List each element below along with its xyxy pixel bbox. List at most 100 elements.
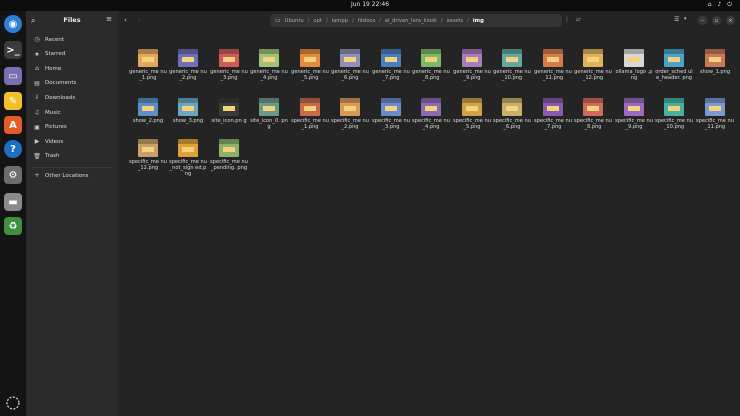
view-toggle-icon[interactable]: ☰ xyxy=(674,16,679,23)
file-name: specific_me nu_3.png xyxy=(372,118,410,130)
files-icon[interactable]: ▭ xyxy=(4,67,22,85)
file-item[interactable]: generic_me nu_6.png xyxy=(330,49,370,81)
path-menu-icon[interactable]: ⋮ xyxy=(564,16,570,23)
show-apps-icon[interactable] xyxy=(5,395,21,411)
sidebar-item-recent[interactable]: ◷ Recent xyxy=(32,33,116,46)
hamburger-menu-icon[interactable]: ≡ xyxy=(106,15,112,23)
file-name: generic_me nu_2.png xyxy=(169,69,207,81)
sidebar-item-videos[interactable]: ▶ Videos xyxy=(32,135,116,148)
image-thumbnail-icon xyxy=(705,49,725,67)
image-thumbnail-icon xyxy=(138,98,158,116)
back-icon[interactable]: ‹ xyxy=(124,16,127,24)
file-item[interactable]: specific_me nu_11.png xyxy=(695,98,735,130)
path-segment[interactable]: opt xyxy=(309,18,326,24)
file-item[interactable]: generic_me nu_9.png xyxy=(452,49,492,81)
file-item[interactable]: generic_me nu_4.png xyxy=(249,49,289,81)
file-name: ollama_logo .png xyxy=(615,69,653,81)
sidebar-item-downloads[interactable]: ⇩ Downloads xyxy=(32,91,116,104)
image-thumbnail-icon xyxy=(259,98,279,116)
sidebar-item-home[interactable]: ⌂ Home xyxy=(32,62,116,75)
image-thumbnail-icon xyxy=(583,98,603,116)
file-item[interactable]: site_icon.pn g xyxy=(209,98,249,124)
disc-icon[interactable]: ▬ xyxy=(4,193,22,211)
file-item[interactable]: specific_me nu_4.png xyxy=(411,98,451,130)
file-item[interactable]: specific_me nu_10.png xyxy=(654,98,694,130)
file-item[interactable]: specific_me nu_5.png xyxy=(452,98,492,130)
new-folder-icon[interactable]: ▱ xyxy=(576,16,581,23)
file-item[interactable]: specific_me nu_7.png xyxy=(533,98,573,130)
file-item[interactable]: show_2.png xyxy=(128,98,168,124)
file-item[interactable]: show_1.png xyxy=(695,49,735,75)
file-item[interactable]: generic_me nu_10.png xyxy=(492,49,532,81)
file-name: generic_me nu_12.png xyxy=(574,69,612,81)
file-item[interactable]: specific_me nu_pending. png xyxy=(209,139,249,171)
file-name: generic_me nu_3.png xyxy=(210,69,248,81)
file-item[interactable]: site_icon_0. png xyxy=(249,98,289,130)
file-item[interactable]: specific_me nu_3.png xyxy=(371,98,411,130)
settings-icon[interactable]: ⚙ xyxy=(4,166,22,184)
forward-icon[interactable]: › xyxy=(138,16,141,24)
file-item[interactable]: generic_me nu_2.png xyxy=(168,49,208,81)
maximize-button[interactable]: ▫ xyxy=(712,16,721,25)
image-thumbnail-icon xyxy=(219,49,239,67)
image-thumbnail-icon xyxy=(178,98,198,116)
downloads-icon: ⇩ xyxy=(34,94,40,102)
clock[interactable]: Jun 19 22:46 xyxy=(0,1,740,8)
image-thumbnail-icon xyxy=(421,98,441,116)
file-item[interactable]: generic_me nu_7.png xyxy=(371,49,411,81)
file-item[interactable]: show_3.png xyxy=(168,98,208,124)
file-item[interactable]: specific_me nu_12.png xyxy=(128,139,168,171)
text-editor-icon[interactable]: ✎ xyxy=(4,92,22,110)
file-item[interactable]: order_sched ule_header. png xyxy=(654,49,694,81)
file-item[interactable]: generic_me nu_12.png xyxy=(573,49,613,81)
file-name: order_sched ule_header. png xyxy=(655,69,693,81)
sidebar-item-music[interactable]: ♫ Music xyxy=(32,106,116,119)
view-options-icon[interactable]: ▾ xyxy=(684,16,687,22)
path-segment[interactable]: img xyxy=(469,18,488,24)
sidebar-item-documents[interactable]: ▤ Documents xyxy=(32,77,116,90)
file-item[interactable]: specific_me nu_9.png xyxy=(614,98,654,130)
close-button[interactable]: × xyxy=(726,16,735,25)
file-item[interactable]: generic_me nu_8.png xyxy=(411,49,451,81)
file-item[interactable]: specific_me nu_8.png xyxy=(573,98,613,130)
sidebar-item-label: Music xyxy=(45,109,61,116)
path-bar[interactable]: ▭ Ubuntu / opt / lampp / htdocs / ai_driven_lora… xyxy=(270,14,562,27)
file-name: generic_me nu_6.png xyxy=(331,69,369,81)
file-name: specific_me nu_4.png xyxy=(412,118,450,130)
file-item[interactable]: generic_me nu_11.png xyxy=(533,49,573,81)
file-name: site_icon.pn g xyxy=(211,118,247,124)
sidebar-item-label: Downloads xyxy=(45,94,76,101)
path-segment[interactable]: htdocs xyxy=(354,18,379,24)
system-tray[interactable]: ⌂ ♪ ⏻ xyxy=(708,1,734,9)
help-icon[interactable]: ? xyxy=(4,140,22,158)
file-item[interactable]: generic_me nu_3.png xyxy=(209,49,249,81)
file-item[interactable]: specific_me nu_1.png xyxy=(290,98,330,130)
sidebar-item-pictures[interactable]: ▣ Pictures xyxy=(32,121,116,134)
file-item[interactable]: specific_me nu_6.png xyxy=(492,98,532,130)
sidebar-item-starred[interactable]: ★ Starred xyxy=(32,48,116,61)
image-thumbnail-icon xyxy=(178,139,198,157)
image-thumbnail-icon xyxy=(138,139,158,157)
file-name: specific_me nu_1.png xyxy=(291,118,329,130)
file-item[interactable]: specific_me nu_not_sign ed.png xyxy=(168,139,208,177)
file-item[interactable]: ollama_logo .png xyxy=(614,49,654,81)
path-segment[interactable]: Ubuntu xyxy=(281,18,308,24)
minimize-button[interactable]: – xyxy=(698,16,707,25)
path-segment[interactable]: lampp xyxy=(328,18,352,24)
chrome-icon[interactable]: ◉ xyxy=(4,15,22,33)
path-segment[interactable]: ai_driven_lora_kiosk xyxy=(381,18,441,24)
terminal-icon[interactable]: >_ xyxy=(4,41,22,59)
image-thumbnail-icon xyxy=(664,98,684,116)
file-item[interactable]: specific_me nu_2.png xyxy=(330,98,370,130)
sidebar-item-other-locations[interactable]: + Other Locations xyxy=(32,169,116,182)
image-thumbnail-icon xyxy=(300,49,320,67)
image-thumbnail-icon xyxy=(583,49,603,67)
file-item[interactable]: generic_me nu_5.png xyxy=(290,49,330,81)
sidebar-item-trash[interactable]: 🗑 Trash xyxy=(32,150,116,163)
image-thumbnail-icon xyxy=(624,98,644,116)
trash-icon[interactable]: ♻ xyxy=(4,217,22,235)
path-segment[interactable]: assets xyxy=(443,18,468,24)
app-center-icon[interactable]: A xyxy=(4,116,22,134)
file-item[interactable]: generic_me nu_1.png xyxy=(128,49,168,81)
file-name: specific_me nu_11.png xyxy=(696,118,734,130)
